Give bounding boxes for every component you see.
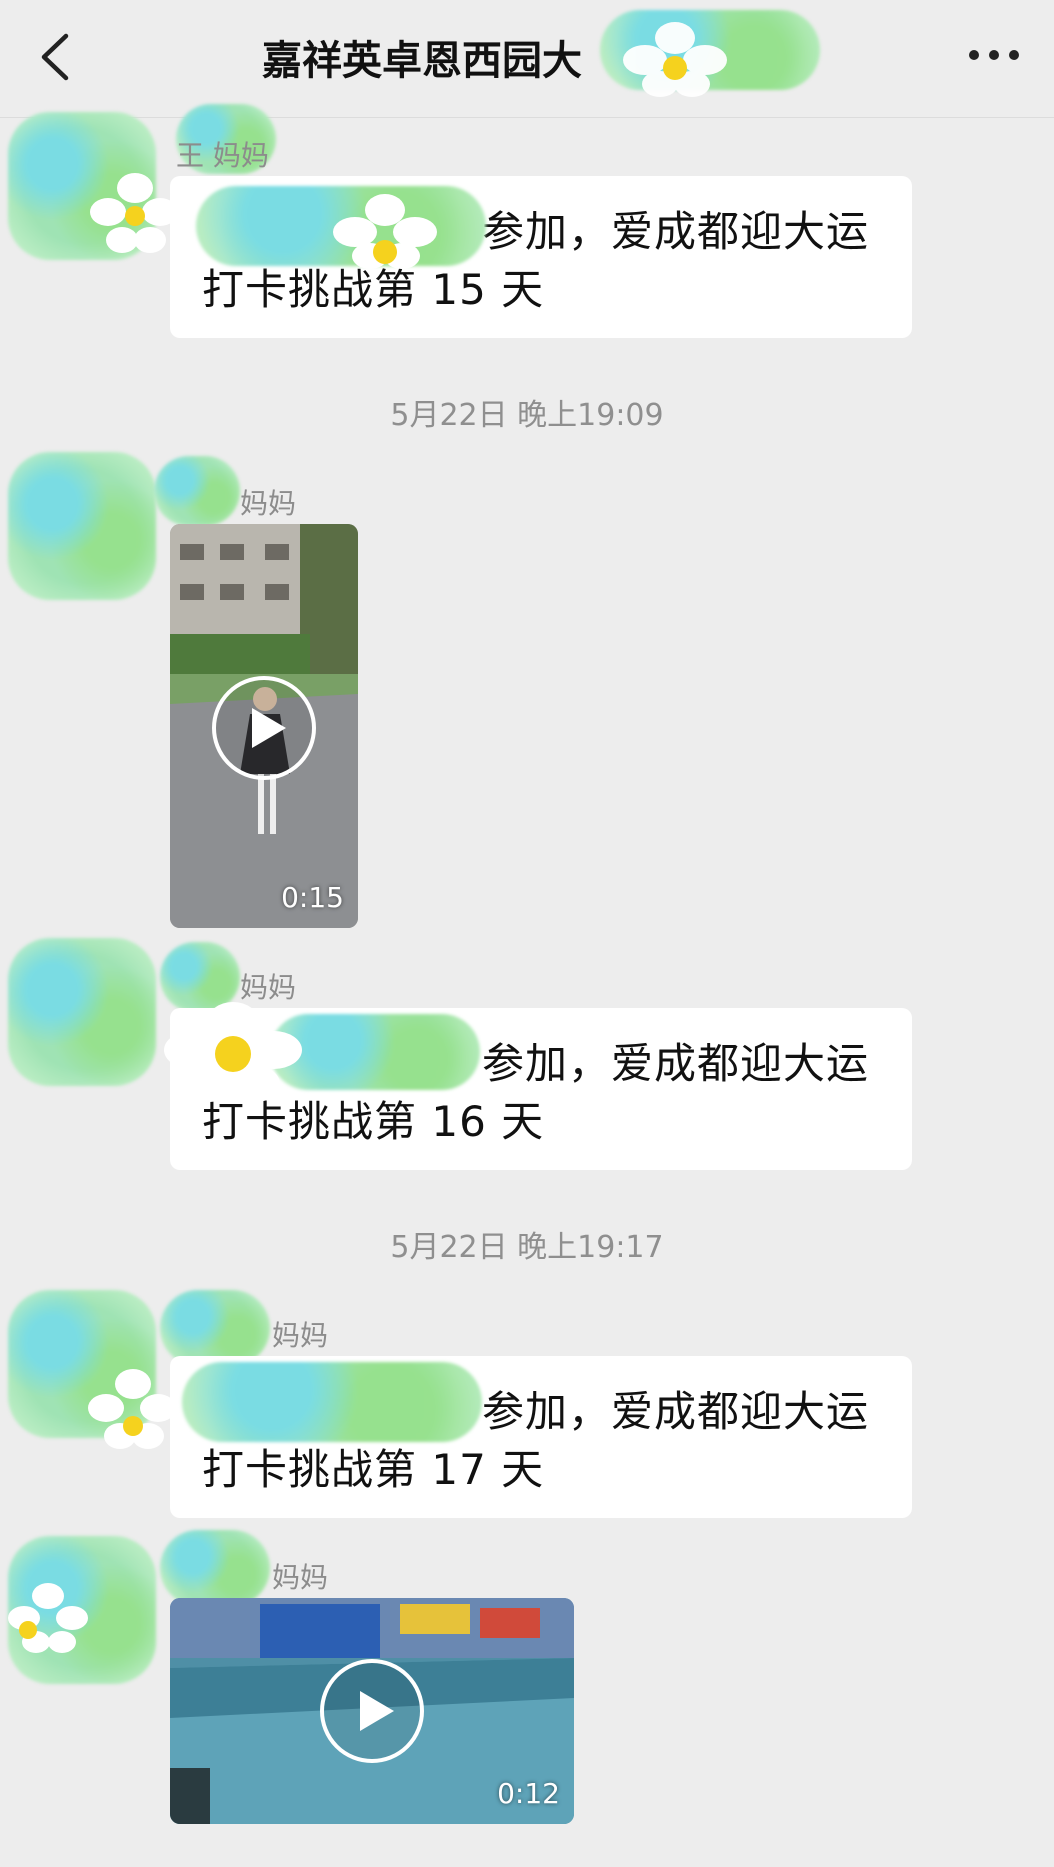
video-duration: 0:15	[281, 881, 344, 914]
chat-screen: 嘉祥英卓恩西园大 王 妈妈 参加，爱成都迎大运 打卡挑战第 15 天 5月22日…	[0, 0, 1054, 1867]
back-button[interactable]	[30, 22, 90, 92]
flower-sticker-icon	[164, 1002, 302, 1102]
more-options-button[interactable]	[954, 30, 1034, 80]
timestamp: 5月22日 晚上19:17	[390, 1230, 664, 1265]
video-message[interactable]: 0:15	[170, 524, 358, 928]
more-horizontal-icon	[969, 50, 1019, 60]
chat-title: 嘉祥英卓恩西园大	[262, 38, 582, 84]
flower-sticker-icon	[623, 22, 727, 97]
privacy-mosaic	[182, 1362, 482, 1442]
message-text-line: 参加，爱成都迎大运	[482, 1039, 870, 1088]
privacy-mosaic	[160, 1290, 270, 1366]
video-message[interactable]: 0:12	[170, 1598, 574, 1824]
sender-name: 妈妈	[272, 1561, 329, 1594]
video-duration: 0:12	[497, 1777, 560, 1810]
top-navigation-bar: 嘉祥英卓恩西园大	[0, 0, 1054, 118]
play-icon	[212, 676, 316, 780]
flower-sticker-icon	[90, 173, 178, 253]
message-text-line: 参加，爱成都迎大运	[482, 207, 870, 256]
sender-name: 妈妈	[240, 487, 297, 520]
flower-sticker-icon	[333, 194, 437, 269]
sender-name: 王 妈妈	[176, 139, 269, 172]
play-icon	[320, 1659, 424, 1763]
message-text-line: 打卡挑战第 17 天	[202, 1445, 545, 1494]
chevron-left-icon	[41, 33, 69, 81]
message-text-line: 参加，爱成都迎大运	[482, 1387, 870, 1436]
avatar[interactable]	[8, 938, 156, 1086]
privacy-mosaic	[160, 1530, 270, 1606]
avatar[interactable]	[8, 452, 156, 600]
sender-name: 妈妈	[272, 1319, 329, 1352]
flower-sticker-icon	[8, 1583, 88, 1653]
timestamp: 5月22日 晚上19:09	[390, 398, 664, 433]
flower-sticker-icon	[88, 1369, 176, 1449]
privacy-mosaic	[154, 456, 240, 526]
